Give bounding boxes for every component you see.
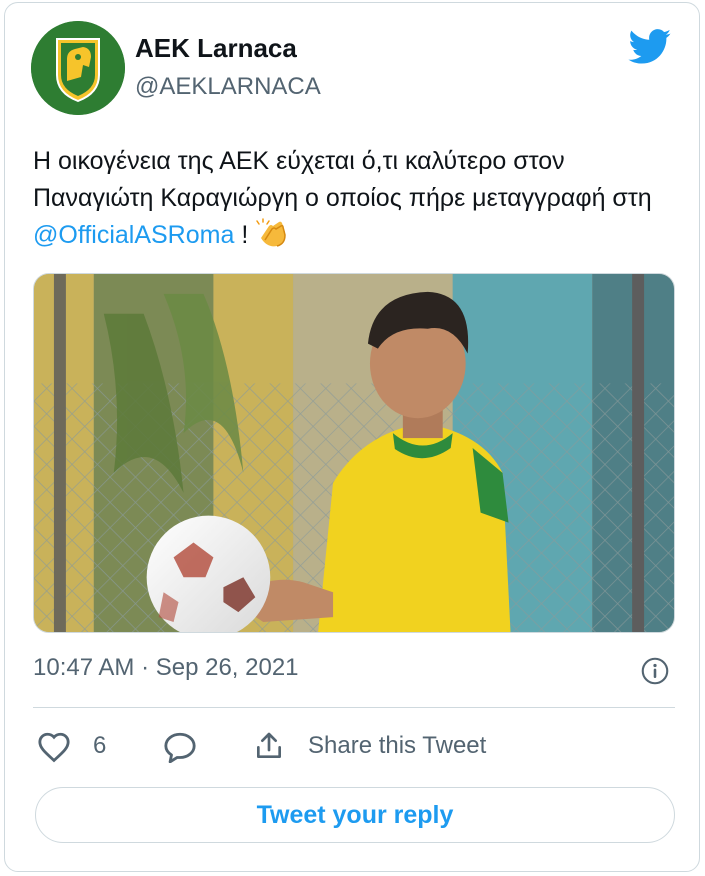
info-icon[interactable] — [641, 657, 669, 685]
tweet-actions: 6 Share this Tweet — [33, 729, 675, 765]
clapping-hands-emoji — [256, 218, 286, 247]
player-photo — [34, 274, 674, 632]
tweet-text-body: Η οικογένεια της ΑΕΚ εύχεται ό,τι καλύτε… — [33, 147, 652, 212]
author-name[interactable]: AEK Larnaca — [135, 33, 297, 64]
mention-link[interactable]: @OfficialASRoma — [33, 221, 234, 249]
reply-bubble-icon[interactable] — [163, 731, 197, 763]
heart-icon[interactable] — [37, 731, 71, 763]
divider — [33, 707, 675, 708]
twitter-bird-icon[interactable] — [628, 29, 672, 65]
share-upload-icon[interactable] — [253, 729, 285, 763]
avatar[interactable] — [31, 21, 125, 115]
share-label[interactable]: Share this Tweet — [308, 732, 486, 760]
author-handle[interactable]: @AEKLARNACA — [135, 73, 321, 101]
like-count[interactable]: 6 — [93, 732, 106, 760]
tweet-text: Η οικογένεια της ΑΕΚ εύχεται ό,τι καλύτε… — [33, 143, 683, 254]
tweet-text-tail: ! — [234, 221, 256, 249]
tweet-photo[interactable] — [33, 273, 675, 633]
tweet-your-reply-button[interactable]: Tweet your reply — [35, 787, 675, 843]
aek-larnaca-crest-icon — [31, 21, 125, 115]
tweet-timestamp[interactable]: 10:47 AM · Sep 26, 2021 — [33, 654, 299, 682]
tweet-card: AEK Larnaca @AEKLARNACA Η οικογένεια της… — [4, 2, 700, 872]
